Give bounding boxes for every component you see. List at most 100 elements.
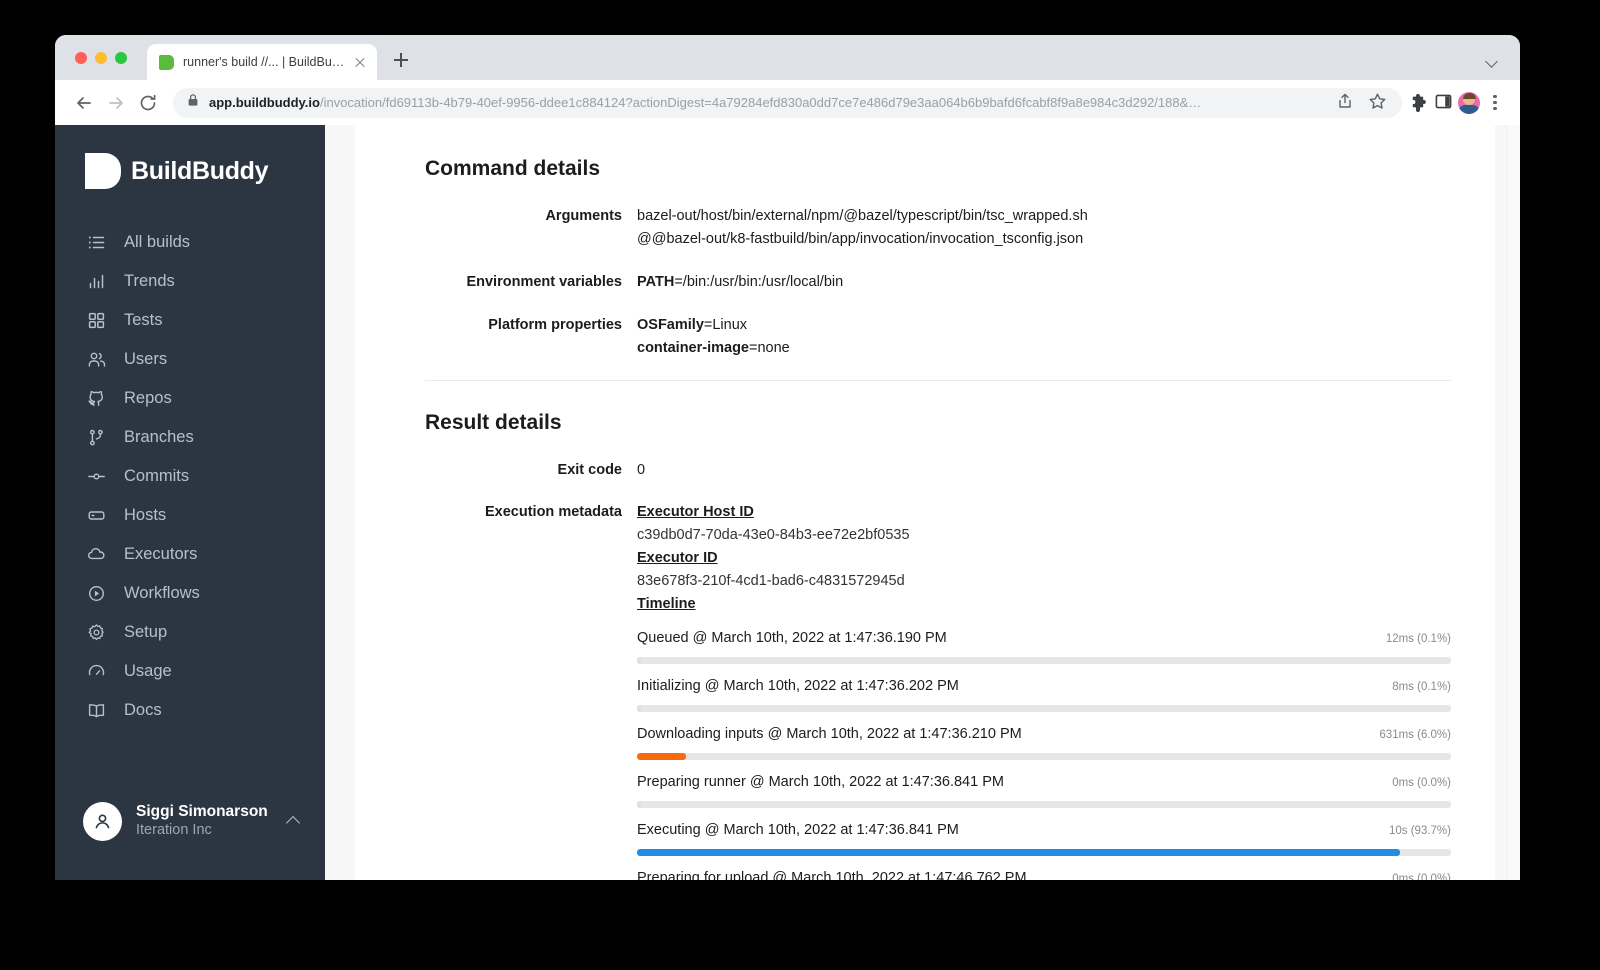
- timeline-row-header: Initializing @ March 10th, 2022 at 1:47:…: [637, 675, 1451, 698]
- arguments-row: Arguments bazel-out/host/bin/external/np…: [425, 205, 1451, 251]
- env-var-line: PATH=/bin:/usr/bin:/usr/local/bin: [637, 271, 1451, 294]
- sidebar-item-label: Executors: [124, 545, 198, 564]
- user-name: Siggi Simonarson: [136, 802, 268, 820]
- timeline-stage-name: Initializing @ March 10th, 2022 at 1:47:…: [637, 677, 959, 694]
- sidebar-item-trends[interactable]: Trends: [55, 262, 325, 301]
- grid-icon: [86, 310, 107, 331]
- reload-button[interactable]: [133, 88, 163, 118]
- timeline-row: Downloading inputs @ March 10th, 2022 at…: [637, 723, 1451, 760]
- address-bar[interactable]: app.buildbuddy.io/invocation/fd69113b-4b…: [173, 87, 1402, 118]
- share-icon[interactable]: [1336, 92, 1358, 114]
- timeline-bar-track: [637, 752, 1451, 760]
- timeline-row: Preparing for upload @ March 10th, 2022 …: [637, 867, 1451, 881]
- sidebar-user-menu[interactable]: Siggi Simonarson Iteration Inc: [55, 790, 325, 852]
- browser-window: runner's build //... | BuildBuddy app.bu…: [55, 35, 1520, 880]
- sidebar-item-label: Branches: [124, 428, 194, 447]
- platform-properties-row: Platform properties OSFamily=Linux conta…: [425, 314, 1451, 360]
- extensions-puzzle-icon[interactable]: [1410, 92, 1432, 114]
- github-icon: [86, 388, 107, 409]
- platform-property-line: container-image=none: [637, 337, 1451, 360]
- sidebar-item-docs[interactable]: Docs: [55, 691, 325, 730]
- platform-properties-label: Platform properties: [488, 316, 622, 333]
- application-body: BuildBuddy All builds Trends Tests Users…: [55, 125, 1520, 880]
- close-window-button[interactable]: [75, 52, 87, 64]
- minimize-window-button[interactable]: [95, 52, 107, 64]
- timeline-stage-name: Preparing runner @ March 10th, 2022 at 1…: [637, 773, 1004, 790]
- sidebar: BuildBuddy All builds Trends Tests Users…: [55, 125, 325, 880]
- timeline-list: Queued @ March 10th, 2022 at 1:47:36.190…: [637, 627, 1451, 880]
- sidebar-item-label: Users: [124, 350, 168, 369]
- sidebar-item-label: Setup: [124, 623, 168, 642]
- side-panel-icon[interactable]: [1434, 92, 1456, 114]
- timeline-row-header: Executing @ March 10th, 2022 at 1:47:36.…: [637, 819, 1451, 842]
- sidebar-item-label: Repos: [124, 389, 172, 408]
- timeline-stage-duration: 8ms (0.1%): [1392, 680, 1451, 693]
- exit-code-value: 0: [637, 461, 646, 478]
- forward-button[interactable]: [101, 88, 131, 118]
- platform-property-key: OSFamily: [637, 316, 704, 333]
- chevron-down-icon[interactable]: [1487, 56, 1498, 67]
- timeline-bar-fill: [637, 800, 641, 808]
- back-button[interactable]: [69, 88, 99, 118]
- timeline-stage-duration: 0ms (0.0%): [1392, 872, 1451, 881]
- gear-icon: [86, 622, 107, 643]
- sidebar-item-repos[interactable]: Repos: [55, 379, 325, 418]
- timeline-row: Executing @ March 10th, 2022 at 1:47:36.…: [637, 819, 1451, 856]
- timeline-bar-fill: [637, 848, 1400, 856]
- url-path: /invocation/fd69113b-4b79-40ef-9956-ddee…: [319, 95, 1202, 110]
- browser-tab-strip: runner's build //... | BuildBuddy: [55, 35, 1520, 80]
- avatar: [83, 801, 122, 841]
- sidebar-item-branches[interactable]: Branches: [55, 418, 325, 457]
- platform-property-key: container-image: [637, 339, 749, 356]
- browser-profile-avatar[interactable]: [1458, 91, 1480, 114]
- exit-code-label: Exit code: [557, 461, 622, 478]
- server-icon: [86, 505, 107, 526]
- sidebar-item-label: Commits: [124, 467, 190, 486]
- executor-id-value: 83e678f3-210f-4cd1-bad6-c4831572945d: [637, 573, 905, 590]
- bar-chart-icon: [86, 271, 107, 292]
- bookmark-star-icon[interactable]: [1368, 92, 1390, 114]
- content-scrollbar[interactable]: [1507, 125, 1520, 880]
- sidebar-item-label: Tests: [124, 311, 163, 330]
- sidebar-item-tests[interactable]: Tests: [55, 301, 325, 340]
- timeline-stage-duration: 10s (93.7%): [1388, 824, 1451, 837]
- execution-metadata-value: Executor Host ID c39db0d7-70da-43e0-84b3…: [637, 501, 1451, 880]
- platform-property-value: =Linux: [703, 316, 748, 333]
- sidebar-item-hosts[interactable]: Hosts: [55, 496, 325, 535]
- maximize-window-button[interactable]: [115, 52, 127, 64]
- timeline-stage-name: Downloading inputs @ March 10th, 2022 at…: [637, 725, 1022, 742]
- url-host: app.buildbuddy.io: [209, 95, 320, 110]
- sidebar-item-executors[interactable]: Executors: [55, 535, 325, 574]
- env-var-value: =/bin:/usr/bin:/usr/local/bin: [674, 273, 844, 290]
- commit-icon: [86, 466, 107, 487]
- result-details-title: Result details: [425, 410, 562, 434]
- buildbuddy-logo-icon: [85, 153, 121, 189]
- timeline-stage-duration: 631ms (6.0%): [1379, 728, 1451, 741]
- executor-id-heading: Executor ID: [637, 550, 718, 567]
- browser-tab[interactable]: runner's build //... | BuildBuddy: [147, 44, 377, 80]
- timeline-stage-duration: 12ms (0.1%): [1385, 632, 1451, 645]
- timeline-bar-track: [637, 800, 1451, 808]
- content-area: Command details Arguments bazel-out/host…: [325, 125, 1520, 880]
- sidebar-item-all-builds[interactable]: All builds: [55, 223, 325, 262]
- app-logo-text: BuildBuddy: [131, 156, 269, 185]
- book-icon: [86, 700, 107, 721]
- browser-menu-button[interactable]: [1484, 92, 1506, 114]
- sidebar-item-usage[interactable]: Usage: [55, 652, 325, 691]
- new-tab-button[interactable]: [388, 47, 414, 73]
- sidebar-item-setup[interactable]: Setup: [55, 613, 325, 652]
- sidebar-item-users[interactable]: Users: [55, 340, 325, 379]
- close-tab-icon[interactable]: [351, 53, 369, 71]
- arguments-value: bazel-out/host/bin/external/npm/@bazel/t…: [637, 205, 1451, 251]
- list-icon: [86, 232, 107, 253]
- chevron-up-icon[interactable]: [285, 813, 301, 829]
- cloud-icon: [86, 544, 107, 565]
- sidebar-item-workflows[interactable]: Workflows: [55, 574, 325, 613]
- sidebar-item-label: Docs: [124, 701, 162, 720]
- timeline-stage-duration: 0ms (0.0%): [1392, 776, 1451, 789]
- timeline-bar-fill: [637, 656, 641, 664]
- environment-variables-value: PATH=/bin:/usr/bin:/usr/local/bin: [637, 271, 1451, 294]
- app-logo[interactable]: BuildBuddy: [55, 153, 325, 189]
- sidebar-item-commits[interactable]: Commits: [55, 457, 325, 496]
- timeline-stage-name: Executing @ March 10th, 2022 at 1:47:36.…: [637, 821, 959, 838]
